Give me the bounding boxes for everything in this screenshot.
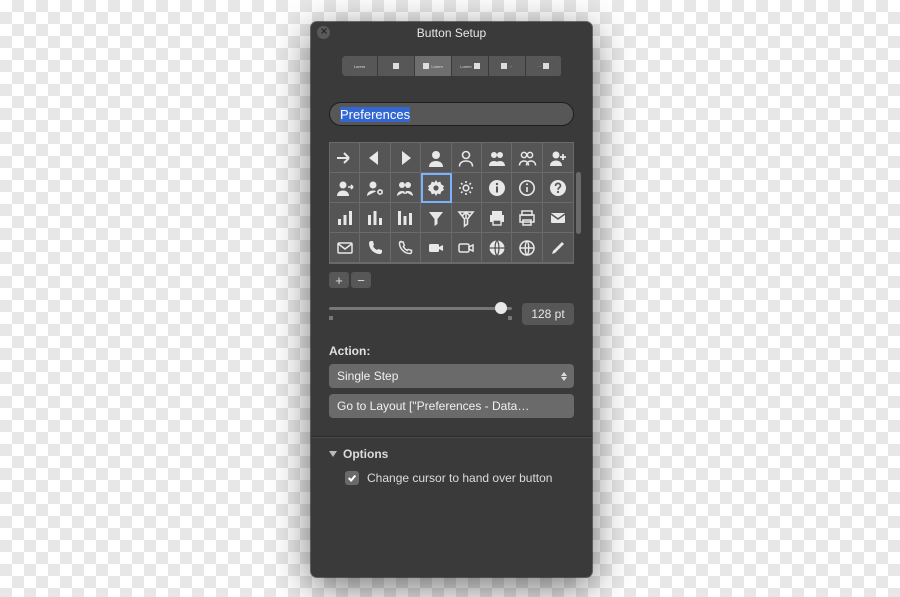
triangle-right-icon[interactable] (391, 143, 421, 173)
disclosure-triangle-icon (329, 451, 337, 457)
close-button[interactable] (317, 26, 330, 39)
slider-thumb[interactable] (495, 302, 507, 314)
seg-1[interactable] (378, 56, 415, 76)
gear-icon[interactable] (421, 173, 451, 203)
user-outline-icon[interactable] (452, 143, 482, 173)
bars-alt-icon[interactable] (360, 203, 390, 233)
users-outline-icon[interactable] (512, 143, 542, 173)
user-arrow-icon[interactable] (330, 173, 360, 203)
user-link-icon[interactable] (391, 173, 421, 203)
icon-size-value: 128 pt (522, 303, 574, 325)
triangle-left-icon[interactable] (360, 143, 390, 173)
seg-0[interactable]: Lorem (342, 56, 379, 76)
mail-icon[interactable] (543, 203, 573, 233)
globe-icon[interactable] (482, 233, 512, 263)
user-icon[interactable] (421, 143, 451, 173)
action-step-button[interactable]: Go to Layout ["Preferences - Data… (329, 394, 574, 418)
gear-outline-icon[interactable] (452, 173, 482, 203)
action-label: Action: (329, 344, 574, 358)
phone-icon[interactable] (360, 233, 390, 263)
phone-outline-icon[interactable] (391, 233, 421, 263)
plus-minus-group: + − (329, 272, 574, 288)
user-gear-icon[interactable] (360, 173, 390, 203)
bars-3-icon[interactable] (391, 203, 421, 233)
action-type-dropdown[interactable]: Single Step (329, 364, 574, 388)
options-disclosure[interactable]: Options (311, 437, 592, 467)
seg-2[interactable]: Lorem (415, 56, 452, 76)
users-icon[interactable] (482, 143, 512, 173)
seg-4[interactable]: ·· (489, 56, 526, 76)
seg-5[interactable]: ·· (526, 56, 562, 76)
funnel-split-icon[interactable] (452, 203, 482, 233)
info-outline-icon[interactable] (512, 173, 542, 203)
add-icon-button[interactable]: + (329, 272, 349, 288)
icon-picker-scrollbar[interactable] (576, 172, 581, 234)
video-icon[interactable] (421, 233, 451, 263)
remove-icon-button[interactable]: − (351, 272, 371, 288)
mail-outline-icon[interactable] (330, 233, 360, 263)
action-type-value: Single Step (337, 369, 398, 383)
globe-outline-icon[interactable] (512, 233, 542, 263)
titlebar: Button Setup (311, 22, 592, 44)
button-style-segmented: Lorem Lorem Lorem ·· ·· (342, 56, 562, 76)
info-icon[interactable] (482, 173, 512, 203)
seg-3[interactable]: Lorem (452, 56, 489, 76)
arrow-right-icon[interactable] (330, 143, 360, 173)
help-icon[interactable] (543, 173, 573, 203)
stepper-icon (556, 366, 572, 386)
funnel-icon[interactable] (421, 203, 451, 233)
pencil-icon[interactable] (543, 233, 573, 263)
bars-icon[interactable] (330, 203, 360, 233)
options-label: Options (343, 447, 388, 461)
hand-cursor-checkbox[interactable] (345, 471, 359, 485)
icon-picker (329, 142, 574, 264)
printer-outline-icon[interactable] (512, 203, 542, 233)
action-step-text: Go to Layout ["Preferences - Data… (337, 399, 529, 413)
user-plus-icon[interactable] (543, 143, 573, 173)
icon-size-slider[interactable] (329, 302, 512, 326)
button-name-input[interactable] (329, 102, 574, 126)
button-setup-panel: Button Setup Lorem Lorem Lorem ·· ·· + −… (311, 22, 592, 577)
printer-icon[interactable] (482, 203, 512, 233)
hand-cursor-label: Change cursor to hand over button (367, 471, 552, 485)
video-outline-icon[interactable] (452, 233, 482, 263)
window-title: Button Setup (417, 26, 486, 40)
